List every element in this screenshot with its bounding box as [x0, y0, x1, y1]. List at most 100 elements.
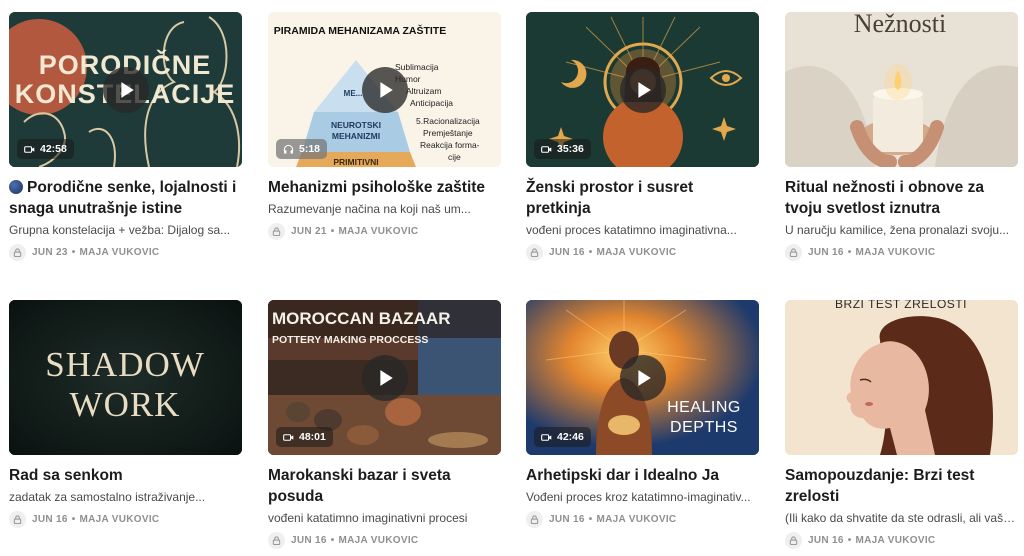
thumbnail[interactable]: 35:36 — [526, 12, 759, 167]
thumbnail[interactable]: BRZI TEST ZRELOSTI — [785, 300, 1018, 455]
post-title[interactable]: Rad sa senkom — [9, 465, 242, 486]
separator-dot: • — [847, 535, 852, 546]
thumbnail[interactable]: HEALING DEPTHS 42:46 — [526, 300, 759, 455]
post-author[interactable]: MAJA VUKOVIC — [80, 514, 160, 525]
play-icon — [380, 81, 393, 98]
post-subtitle: Razumevanje načina na koji naš um... — [268, 202, 471, 216]
play-icon — [121, 81, 134, 98]
post-card[interactable]: HEALING DEPTHS 42:46 Arhetipski dar i Id… — [526, 300, 759, 528]
video-icon — [541, 145, 552, 153]
post-author[interactable]: MAJA VUKOVIC — [339, 535, 419, 546]
post-author[interactable]: MAJA VUKOVIC — [856, 535, 936, 546]
play-button[interactable] — [361, 354, 408, 401]
post-card[interactable]: BRZI TEST ZRELOSTI Samopouzdanje: Brzi t… — [785, 300, 1018, 549]
duration-text: 42:58 — [40, 143, 67, 155]
video-icon — [541, 433, 552, 441]
separator-dot: • — [588, 514, 593, 525]
separator-dot: • — [588, 247, 593, 258]
post-subtitle: Grupna konstelacija + vežba: Dijalog sa.… — [9, 223, 231, 237]
lock-icon — [9, 511, 26, 528]
lock-icon — [268, 532, 285, 549]
post-meta: JUN 16 • MAJA VUKOVIC — [785, 532, 1018, 549]
post-subtitle: vođeni proces katatimno imaginativna... — [526, 223, 737, 237]
duration-badge: 5:18 — [276, 139, 328, 159]
post-title[interactable]: Samopouzdanje: Brzi test zrelosti — [785, 465, 1018, 507]
post-author[interactable]: MAJA VUKOVIC — [597, 514, 677, 525]
play-button[interactable] — [361, 66, 408, 113]
post-meta: JUN 16 • MAJA VUKOVIC — [268, 532, 501, 549]
post-meta: JUN 16 • MAJA VUKOVIC — [9, 511, 242, 528]
post-date: JUN 16 — [32, 514, 68, 525]
thumb-text-line1: SHADOW — [45, 345, 205, 384]
post-date: JUN 16 — [808, 247, 844, 258]
svg-text:ME...: ME... — [344, 89, 363, 98]
post-meta: JUN 23 • MAJA VUKOVIC — [9, 244, 242, 261]
thumbnail[interactable]: PORODIČNE KONSTELACIJE 42:58 — [9, 12, 242, 167]
post-card[interactable]: SHADOW WORK Rad sa senkom zadatak za sam… — [9, 300, 242, 528]
svg-text:Anticipacija: Anticipacija — [410, 98, 453, 108]
play-button[interactable] — [619, 66, 666, 113]
post-subtitle: U naručju kamilice, žena pronalazi svoju… — [785, 223, 1010, 237]
post-subtitle: vođeni katatimno imaginativni procesi — [268, 511, 468, 525]
post-meta: JUN 16 • MAJA VUKOVIC — [526, 244, 759, 261]
post-card[interactable]: MOROCCAN BAZAAR POTTERY MAKING PROCCESS … — [268, 300, 501, 549]
video-icon — [24, 145, 35, 153]
svg-text:NEUROTSKI: NEUROTSKI — [331, 120, 381, 130]
separator-dot: • — [330, 535, 335, 546]
post-card[interactable]: PORODIČNE KONSTELACIJE 42:58 Porodične s… — [9, 12, 242, 261]
post-title[interactable]: Ritual nežnosti i obnove za tvoju svetlo… — [785, 177, 1018, 219]
thumbnail[interactable]: MOROCCAN BAZAAR POTTERY MAKING PROCCESS … — [268, 300, 501, 455]
post-date: JUN 16 — [549, 247, 585, 258]
post-card[interactable]: PIRAMIDA MEHANIZAMA ZAŠTITE ME... NEUROT… — [268, 12, 501, 240]
video-icon — [283, 433, 294, 441]
thumbnail[interactable]: PIRAMIDA MEHANIZAMA ZAŠTITE ME... NEUROT… — [268, 12, 501, 167]
pyramid-heading: PIRAMIDA MEHANIZAMA ZAŠTITE — [274, 24, 446, 37]
lock-icon — [9, 244, 26, 261]
post-card[interactable]: Nežnosti Ritual nežnosti i obnove za tvo… — [785, 12, 1018, 261]
play-button[interactable] — [619, 354, 666, 401]
svg-text:Altruizam: Altruizam — [406, 86, 441, 96]
thumbnail[interactable]: SHADOW WORK — [9, 300, 242, 455]
post-title[interactable]: Arhetipski dar i Idealno Ja — [526, 465, 759, 486]
post-title[interactable]: Porodične senke, lojalnosti i snaga unut… — [9, 177, 242, 219]
lock-icon — [785, 244, 802, 261]
duration-badge: 42:46 — [534, 427, 591, 447]
thumb-text-line1: HEALING — [667, 399, 741, 416]
play-icon — [638, 81, 651, 98]
thumbnail-art: Nežnosti — [785, 12, 1018, 167]
svg-text:Premještanje: Premještanje — [423, 128, 473, 138]
svg-text:MEHANIZMI: MEHANIZMI — [332, 131, 380, 141]
post-author[interactable]: MAJA VUKOVIC — [339, 226, 419, 237]
post-date: JUN 16 — [549, 514, 585, 525]
post-meta: JUN 16 • MAJA VUKOVIC — [526, 511, 759, 528]
post-author[interactable]: MAJA VUKOVIC — [80, 247, 160, 258]
post-date: JUN 23 — [32, 247, 68, 258]
post-title-text[interactable]: Porodične senke, lojalnosti i snaga unut… — [9, 179, 236, 217]
duration-text: 42:46 — [557, 431, 584, 443]
lock-icon — [268, 223, 285, 240]
duration-badge: 35:36 — [534, 139, 591, 159]
post-title[interactable]: Ženski prostor i susret pretkinja — [526, 177, 759, 219]
thumbnail-art: BRZI TEST ZRELOSTI — [785, 300, 1018, 455]
post-date: JUN 16 — [808, 535, 844, 546]
post-author[interactable]: MAJA VUKOVIC — [597, 247, 677, 258]
play-icon — [638, 369, 651, 386]
separator-dot: • — [330, 226, 335, 237]
post-card[interactable]: 35:36 Ženski prostor i susret pretkinja … — [526, 12, 759, 261]
post-date: JUN 21 — [291, 226, 327, 237]
svg-text:cije: cije — [448, 152, 461, 162]
separator-dot: • — [847, 247, 852, 258]
post-date: JUN 16 — [291, 535, 327, 546]
post-meta: JUN 16 • MAJA VUKOVIC — [785, 244, 1018, 261]
duration-badge: 48:01 — [276, 427, 333, 447]
thumb-text-line2: POTTERY MAKING PROCCESS — [272, 334, 428, 346]
thumb-text: BRZI TEST ZRELOSTI — [835, 300, 967, 311]
post-author[interactable]: MAJA VUKOVIC — [856, 247, 936, 258]
lock-icon — [526, 244, 543, 261]
thumbnail[interactable]: Nežnosti — [785, 12, 1018, 167]
post-title[interactable]: Marokanski bazar i sveta posuda — [268, 465, 501, 507]
svg-text:5.Racionalizacija: 5.Racionalizacija — [416, 116, 480, 126]
lock-icon — [526, 511, 543, 528]
play-button[interactable] — [102, 66, 149, 113]
post-title[interactable]: Mehanizmi psihološke zaštite — [268, 177, 501, 198]
